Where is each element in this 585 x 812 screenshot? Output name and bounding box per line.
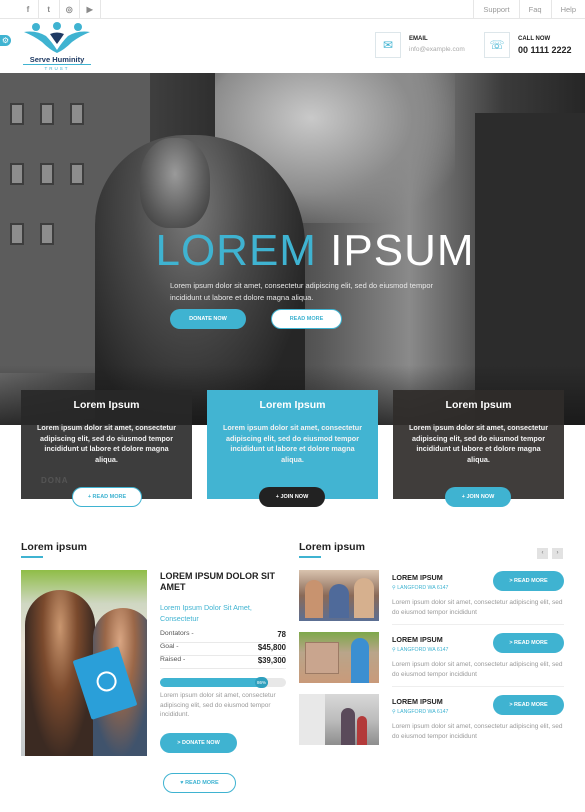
hero-banner: LOREM IPSUM Lorem ipsum dolor sit amet, …	[0, 73, 585, 425]
cause-title: LOREM IPSUM DOLOR SIT AMET	[160, 571, 276, 592]
call-label: CALL NOW	[518, 36, 551, 42]
cause-subtitle: Lorem Ipsum Dolor Sit Amet, Consectetur	[160, 603, 252, 623]
hero-title-part2: IPSUM	[316, 226, 475, 275]
event-text: Lorem ipsum dolor sit amet, consectetur …	[392, 661, 563, 678]
hero-title-part1: LOREM	[155, 226, 317, 275]
feature-card: Lorem Ipsum Lorem ipsum dolor sit amet, …	[21, 390, 192, 499]
phone-icon: ☏	[484, 32, 510, 58]
call-contact: ☏ CALL NOW 00 1111 2222	[484, 32, 579, 60]
card-text: Lorem ipsum dolor sit amet, consectetur …	[37, 423, 176, 464]
help-link[interactable]: Help	[550, 0, 585, 19]
card-title: Lorem Ipsum	[259, 399, 326, 411]
site-header: ⚙ Serve Huminity TRUST ✉ EMAIL info@exam…	[0, 19, 585, 73]
progress-fill	[160, 678, 268, 687]
events-section-underline	[299, 556, 321, 558]
event-location: ⚲ LANGFORD WA 6147	[392, 647, 448, 653]
faq-link[interactable]: Faq	[518, 0, 551, 19]
card-text: Lorem ipsum dolor sit amet, consectetur …	[409, 423, 548, 464]
logo-name: Serve Huminity	[29, 55, 85, 64]
cause-text: Lorem ipsum dolor sit amet, consectetur …	[160, 692, 276, 719]
hero-text: Lorem ipsum dolor sit amet, consectetur …	[170, 281, 434, 302]
email-value[interactable]: info@example.com	[409, 46, 465, 53]
event-title[interactable]: LOREM IPSUM	[392, 573, 443, 582]
email-label: EMAIL	[409, 36, 428, 42]
feature-cards: Lorem Ipsum Lorem ipsum dolor sit amet, …	[21, 390, 564, 499]
prev-arrow-icon[interactable]: ‹	[537, 548, 548, 559]
read-more-label: READ MORE	[185, 780, 219, 786]
event-location: ⚲ LANGFORD WA 6147	[392, 585, 448, 591]
settings-gear-icon[interactable]: ⚙	[0, 35, 11, 46]
card-read-more-button[interactable]: + READ MORE	[72, 487, 142, 507]
feature-card: Lorem Ipsum Lorem ipsum dolor sit amet, …	[393, 390, 564, 499]
children-photo	[21, 570, 147, 756]
email-contact: ✉ EMAIL info@example.com	[375, 32, 475, 60]
donation-progress-bar: 86%	[160, 677, 286, 688]
card-title: Lorem Ipsum	[445, 399, 512, 411]
hero-person-face	[140, 138, 210, 228]
event-title[interactable]: LOREM IPSUM	[392, 697, 443, 706]
logo-people-icon	[24, 22, 90, 53]
logo-subtitle: TRUST	[23, 64, 91, 71]
event-read-more-button[interactable]: > READ MORE	[493, 571, 564, 591]
stat-label: Raised -	[160, 656, 186, 663]
instagram-icon[interactable]: ◎	[60, 0, 80, 19]
stat-value: $45,800	[257, 643, 286, 652]
cause-section-underline	[21, 556, 43, 558]
location-text: LANGFORD WA 6147	[397, 647, 449, 653]
cause-section-title: Lorem ipsum	[21, 541, 87, 553]
cause-read-more-button[interactable]: ♥ READ MORE	[163, 773, 236, 793]
location-pin-icon: ⚲	[392, 585, 396, 591]
feature-card: Lorem Ipsum Lorem ipsum dolor sit amet, …	[207, 390, 378, 499]
card-join-now-button[interactable]: + JOIN NOW	[445, 487, 511, 507]
social-links: f t ◎ ▶	[0, 0, 101, 19]
facebook-icon[interactable]: f	[0, 0, 39, 19]
stat-value: $39,300	[257, 656, 286, 665]
card-join-now-button[interactable]: + JOIN NOW	[259, 487, 325, 507]
location-pin-icon: ⚲	[392, 647, 396, 653]
top-bar: f t ◎ ▶ Support Faq Help	[0, 0, 585, 19]
event-photo	[299, 632, 379, 683]
stat-label: Dontators -	[160, 630, 194, 637]
support-link[interactable]: Support	[473, 0, 518, 19]
event-location: ⚲ LANGFORD WA 6147	[392, 709, 448, 715]
events-section-title: Lorem ipsum	[299, 541, 365, 553]
hero-read-more-button[interactable]: READ MORE	[271, 309, 342, 329]
progress-percent-badge: 86%	[255, 677, 268, 688]
card-title: Lorem Ipsum	[73, 399, 140, 411]
event-text: Lorem ipsum dolor sit amet, consectetur …	[392, 599, 563, 616]
location-text: LANGFORD WA 6147	[397, 709, 449, 715]
event-divider	[392, 624, 564, 625]
youtube-icon[interactable]: ▶	[80, 0, 101, 19]
event-photo	[299, 694, 379, 745]
card-text: Lorem ipsum dolor sit amet, consectetur …	[223, 423, 362, 464]
event-read-more-button[interactable]: > READ MORE	[493, 633, 564, 653]
donators-stat: Dontators - 78	[160, 630, 286, 643]
twitter-icon[interactable]: t	[39, 0, 60, 19]
stat-label: Goal -	[160, 643, 179, 650]
event-photo	[299, 570, 379, 621]
event-read-more-button[interactable]: > READ MORE	[493, 695, 564, 715]
location-text: LANGFORD WA 6147	[397, 585, 449, 591]
event-divider	[392, 686, 564, 687]
stat-value: 78	[277, 630, 286, 639]
hero-donate-button[interactable]: DONATE NOW	[170, 309, 246, 329]
cause-donate-button[interactable]: > DONATE NOW	[160, 733, 237, 753]
top-links: Support Faq Help	[473, 0, 585, 19]
email-icon: ✉	[375, 32, 401, 58]
hero-title: LOREM IPSUM	[0, 225, 585, 277]
location-pin-icon: ⚲	[392, 709, 396, 715]
heart-icon: ♥	[180, 780, 184, 786]
next-arrow-icon[interactable]: ›	[552, 548, 563, 559]
event-title[interactable]: LOREM IPSUM	[392, 635, 443, 644]
logo[interactable]: Serve Huminity TRUST	[20, 22, 92, 71]
call-value[interactable]: 00 1111 2222	[518, 45, 572, 55]
event-text: Lorem ipsum dolor sit amet, consectetur …	[392, 723, 563, 740]
card-background-text: DONA	[41, 476, 69, 485]
goal-stat: Goal - $45,800	[160, 643, 286, 656]
raised-stat: Raised - $39,300	[160, 656, 286, 669]
